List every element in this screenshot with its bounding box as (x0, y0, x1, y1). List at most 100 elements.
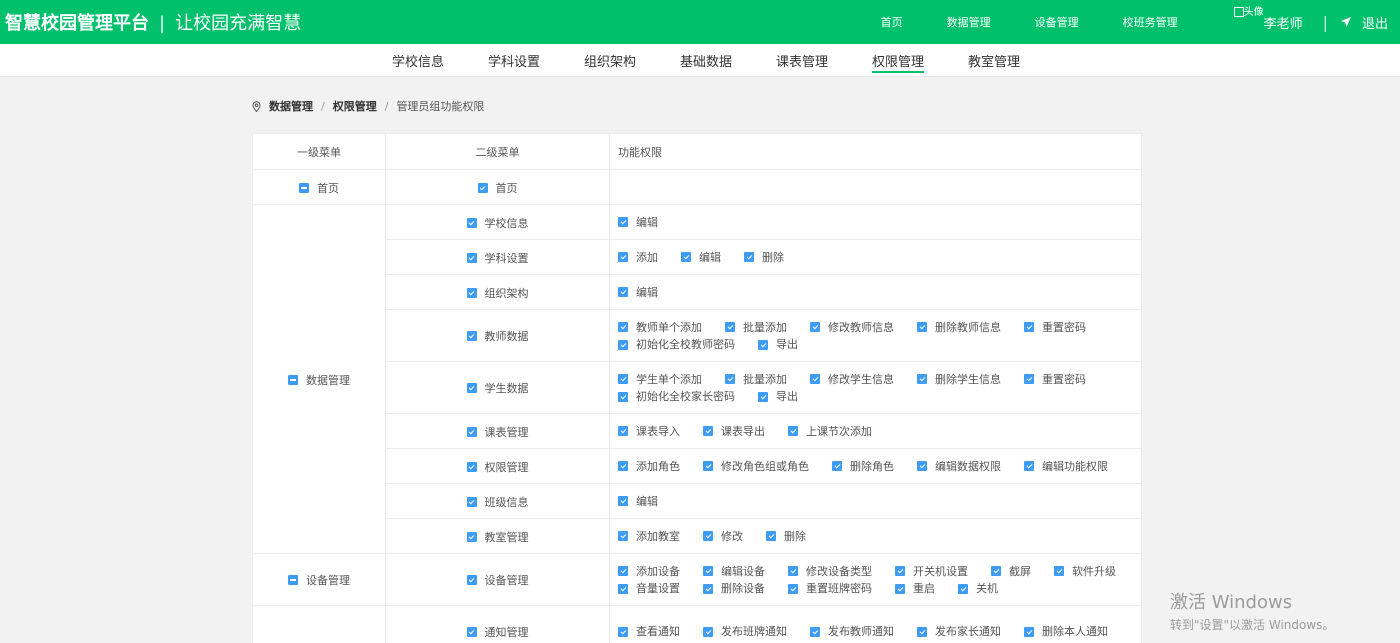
permission-checkbox[interactable]: 导出 (758, 336, 798, 353)
permission-checkbox[interactable]: 上课节次添加 (788, 423, 872, 440)
permission-checkbox[interactable]: 编辑 (618, 493, 658, 510)
checkbox-indeterminate-icon[interactable] (288, 575, 298, 585)
checkbox-checked-icon[interactable] (758, 391, 768, 402)
level2-checkbox[interactable]: 课表管理 (466, 424, 529, 440)
level1-checkbox[interactable]: 设备管理 (288, 572, 350, 588)
checkbox-checked-icon[interactable] (766, 531, 776, 542)
permission-checkbox[interactable]: 编辑功能权限 (1024, 458, 1108, 475)
top-nav-class[interactable]: 校班务管理 (1123, 14, 1178, 30)
permission-checkbox[interactable]: 添加角色 (618, 458, 680, 475)
permission-checkbox[interactable]: 删除本人通知 (1024, 623, 1108, 640)
checkbox-checked-icon[interactable] (466, 496, 477, 507)
permission-checkbox[interactable]: 开关机设置 (895, 563, 968, 580)
permission-checkbox[interactable]: 删除角色 (832, 458, 894, 475)
checkbox-checked-icon[interactable] (466, 575, 477, 585)
level2-checkbox[interactable]: 首页 (477, 180, 518, 196)
checkbox-checked-icon[interactable] (895, 583, 905, 594)
checkbox-checked-icon[interactable] (477, 182, 488, 193)
checkbox-checked-icon[interactable] (810, 322, 820, 332)
checkbox-checked-icon[interactable] (703, 583, 713, 594)
checkbox-checked-icon[interactable] (788, 583, 798, 594)
checkbox-checked-icon[interactable] (758, 339, 768, 350)
permission-checkbox[interactable]: 重置密码 (1024, 371, 1086, 388)
permission-checkbox[interactable]: 编辑 (618, 284, 658, 301)
checkbox-checked-icon[interactable] (917, 461, 927, 472)
permission-checkbox[interactable]: 编辑 (681, 249, 721, 266)
level2-checkbox[interactable]: 学科设置 (466, 250, 529, 266)
permission-checkbox[interactable]: 教师单个添加 (618, 319, 702, 336)
logout-button[interactable]: 退出 (1340, 13, 1388, 32)
permission-checkbox[interactable]: 课表导入 (618, 423, 680, 440)
checkbox-checked-icon[interactable] (703, 626, 713, 637)
permission-checkbox[interactable]: 截屏 (991, 563, 1031, 580)
checkbox-checked-icon[interactable] (618, 496, 628, 507)
level2-checkbox[interactable]: 学生数据 (466, 380, 529, 396)
checkbox-checked-icon[interactable] (618, 461, 628, 472)
checkbox-checked-icon[interactable] (725, 322, 735, 332)
permission-checkbox[interactable]: 编辑 (618, 214, 658, 231)
checkbox-checked-icon[interactable] (618, 566, 628, 576)
level2-checkbox[interactable]: 通知管理 (466, 624, 529, 640)
tab-permissions[interactable]: 权限管理 (872, 44, 925, 76)
permission-checkbox[interactable]: 课表导出 (703, 423, 765, 440)
checkbox-indeterminate-icon[interactable] (288, 374, 298, 385)
checkbox-checked-icon[interactable] (466, 461, 477, 472)
permission-checkbox[interactable]: 删除 (766, 528, 806, 545)
breadcrumb-section[interactable]: 权限管理 (333, 98, 377, 114)
checkbox-checked-icon[interactable] (744, 252, 754, 263)
permission-checkbox[interactable]: 修改设备类型 (788, 563, 872, 580)
permission-checkbox[interactable]: 发布家长通知 (917, 623, 1001, 640)
level1-checkbox[interactable]: 首页 (299, 180, 339, 196)
checkbox-checked-icon[interactable] (1024, 322, 1034, 332)
checkbox-checked-icon[interactable] (466, 426, 477, 437)
checkbox-checked-icon[interactable] (618, 322, 628, 332)
checkbox-checked-icon[interactable] (991, 566, 1001, 576)
level2-checkbox[interactable]: 学校信息 (466, 215, 529, 231)
permission-checkbox[interactable]: 初始化全校家长密码 (618, 388, 735, 405)
permission-checkbox[interactable]: 查看通知 (618, 623, 680, 640)
permission-checkbox[interactable]: 重置密码 (1024, 319, 1086, 336)
checkbox-checked-icon[interactable] (788, 426, 798, 437)
checkbox-checked-icon[interactable] (466, 627, 477, 637)
checkbox-checked-icon[interactable] (895, 566, 905, 576)
permission-checkbox[interactable]: 批量添加 (725, 319, 787, 336)
permission-checkbox[interactable]: 学生单个添加 (618, 371, 702, 388)
permission-checkbox[interactable]: 删除学生信息 (917, 371, 1001, 388)
checkbox-indeterminate-icon[interactable] (299, 182, 309, 193)
permission-checkbox[interactable]: 删除设备 (703, 580, 765, 597)
tab-subject-settings[interactable]: 学科设置 (488, 44, 540, 76)
checkbox-checked-icon[interactable] (618, 531, 628, 542)
checkbox-checked-icon[interactable] (618, 287, 628, 298)
tab-basic-data[interactable]: 基础数据 (680, 44, 732, 76)
level2-checkbox[interactable]: 教室管理 (466, 529, 529, 545)
checkbox-checked-icon[interactable] (618, 626, 628, 637)
checkbox-checked-icon[interactable] (832, 461, 842, 472)
permission-checkbox[interactable]: 关机 (958, 580, 998, 597)
checkbox-checked-icon[interactable] (1024, 626, 1034, 637)
checkbox-checked-icon[interactable] (917, 322, 927, 332)
permission-checkbox[interactable]: 添加 (618, 249, 658, 266)
permission-checkbox[interactable]: 初始化全校教师密码 (618, 336, 735, 353)
checkbox-checked-icon[interactable] (618, 426, 628, 437)
checkbox-checked-icon[interactable] (618, 252, 628, 263)
breadcrumb-root[interactable]: 数据管理 (269, 98, 313, 114)
checkbox-checked-icon[interactable] (618, 217, 628, 228)
user-menu[interactable]: 头像 李老师 (1233, 7, 1303, 37)
permission-checkbox[interactable]: 修改 (703, 528, 743, 545)
checkbox-checked-icon[interactable] (703, 531, 713, 542)
permission-checkbox[interactable]: 编辑数据权限 (917, 458, 1001, 475)
checkbox-checked-icon[interactable] (1024, 461, 1034, 472)
permission-checkbox[interactable]: 重启 (895, 580, 935, 597)
level1-checkbox[interactable]: 数据管理 (288, 372, 350, 388)
permission-checkbox[interactable]: 修改学生信息 (810, 371, 894, 388)
checkbox-checked-icon[interactable] (917, 374, 927, 384)
permission-checkbox[interactable]: 导出 (758, 388, 798, 405)
permission-checkbox[interactable]: 添加教室 (618, 528, 680, 545)
tab-school-info[interactable]: 学校信息 (392, 44, 444, 76)
user-name[interactable]: 李老师 (1264, 13, 1303, 32)
checkbox-checked-icon[interactable] (618, 583, 628, 594)
checkbox-checked-icon[interactable] (618, 374, 628, 384)
permission-checkbox[interactable]: 音量设置 (618, 580, 680, 597)
level2-checkbox[interactable]: 权限管理 (466, 459, 529, 475)
permission-checkbox[interactable]: 软件升级 (1054, 563, 1116, 580)
